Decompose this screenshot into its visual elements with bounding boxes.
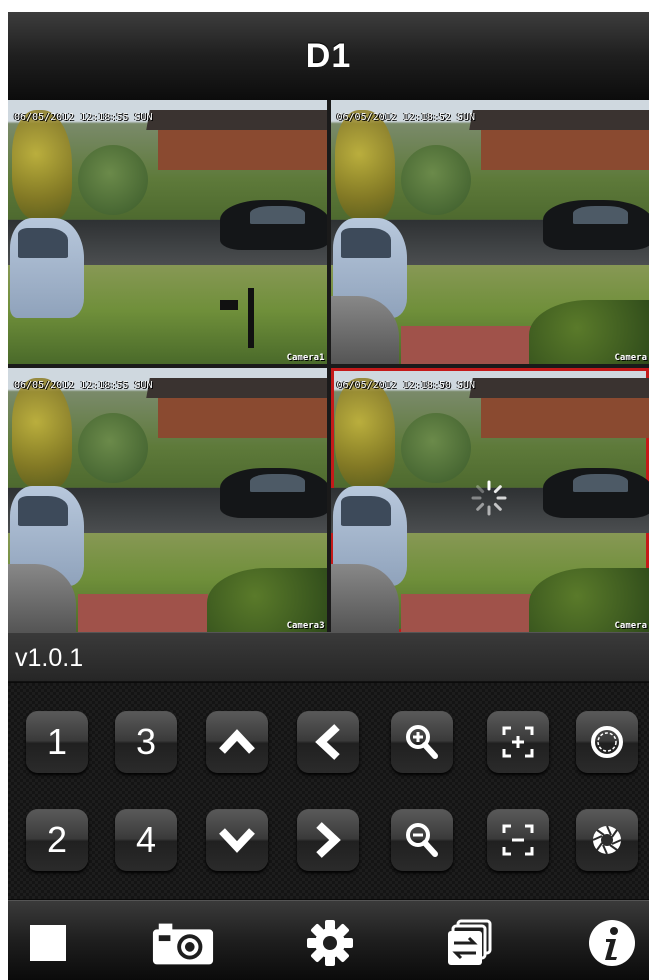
scene-bush [78, 413, 148, 483]
settings-button[interactable] [298, 913, 362, 973]
pan-left-button[interactable] [297, 711, 359, 773]
camera-view-2[interactable]: 06/05/2012 12:18:52 SUN Camera [330, 100, 649, 364]
camera-timestamp: 06/05/2012 12:18:55 SUN [14, 112, 153, 123]
scene-tree [12, 110, 72, 220]
camera-view-4[interactable]: 06/05/2012 12:18:50 SUN Camera [330, 368, 649, 632]
scene-bush [78, 145, 148, 215]
camera-label: Camera [614, 621, 647, 631]
scene-tree [334, 110, 395, 220]
scene-brick-path [78, 594, 208, 632]
camera-snapshot-icon [152, 923, 214, 965]
zoom-in-icon [406, 725, 438, 759]
scene-dark-car [220, 200, 327, 250]
channel-1-label: 1 [46, 721, 68, 762]
scene-brick-path [400, 594, 531, 632]
page-title: D1 [305, 36, 352, 75]
camera-view-3[interactable]: 06/05/2012 12:18:55 SUN Camera3 [8, 368, 327, 632]
focus-far-button[interactable] [487, 809, 549, 871]
scene-house [480, 128, 649, 170]
camera-timestamp: 06/05/2012 12:18:55 SUN [14, 380, 153, 391]
tilt-up-icon [219, 729, 255, 754]
iris-open-button[interactable] [576, 711, 638, 773]
camera-timestamp: 06/05/2012 12:18:50 SUN [336, 380, 475, 391]
channel-4-label: 4 [135, 819, 157, 860]
scene-tree [334, 378, 395, 488]
tilt-down-button[interactable] [206, 809, 268, 871]
channel-2-label: 2 [46, 819, 68, 860]
stop-button[interactable] [16, 913, 80, 973]
snapshot-button[interactable] [151, 913, 215, 973]
tilt-up-button[interactable] [206, 711, 268, 773]
scene-bush [400, 145, 471, 215]
camera-view-1[interactable]: 06/05/2012 12:18:55 SUN Camera1 [8, 100, 327, 364]
channel-3-button[interactable]: 3 [115, 711, 177, 773]
scene-house [158, 396, 327, 438]
scene-post [248, 288, 254, 348]
switch-view-button[interactable] [438, 913, 502, 973]
pan-right-icon [316, 822, 341, 858]
stop-icon [30, 925, 66, 961]
zoom-out-button[interactable] [391, 809, 453, 871]
iris-close-icon [592, 825, 622, 855]
channel-2-button[interactable]: 2 [26, 809, 88, 871]
scene-house [158, 128, 327, 170]
channel-4-button[interactable]: 4 [115, 809, 177, 871]
app-window: D1 06/05/2012 12:18:55 SUN Camera1 06/05… [8, 12, 649, 980]
scene-dark-car [542, 468, 649, 518]
title-bar: D1 [8, 12, 649, 101]
pan-right-button[interactable] [297, 809, 359, 871]
zoom-out-icon [406, 823, 438, 857]
camera-grid: 06/05/2012 12:18:55 SUN Camera1 06/05/20… [8, 100, 649, 632]
camera-label: Camera1 [286, 353, 325, 363]
scene-bush [400, 413, 471, 483]
scene-blue-car [10, 218, 84, 318]
loading-spinner-icon [471, 480, 506, 516]
tilt-down-icon [219, 828, 255, 853]
pan-left-icon [315, 724, 340, 760]
focus-near-button[interactable] [487, 711, 549, 773]
scene-tree [12, 378, 72, 488]
scene-dark-car [220, 468, 327, 518]
info-button[interactable] [580, 913, 644, 973]
camera-label: Camera3 [286, 621, 325, 631]
iris-close-button[interactable] [576, 809, 638, 871]
scene-brick-path [400, 326, 531, 364]
ptz-control-pad: 1 3 2 4 [8, 683, 649, 899]
channel-1-button[interactable]: 1 [26, 711, 88, 773]
info-icon [589, 920, 635, 966]
channel-3-label: 3 [135, 721, 157, 762]
scene-mailbox [220, 300, 238, 310]
version-label: v1.0.1 [8, 632, 649, 682]
zoom-in-button[interactable] [391, 711, 453, 773]
camera-timestamp: 06/05/2012 12:18:52 SUN [336, 112, 475, 123]
iris-open-icon [591, 726, 623, 758]
focus-far-icon [502, 824, 534, 856]
tab-bar [8, 900, 649, 980]
scene-dark-car [542, 200, 649, 250]
camera-label: Camera [614, 353, 647, 363]
scene-house [480, 396, 649, 438]
switch-view-icon [448, 919, 492, 965]
settings-gear-icon [307, 920, 353, 966]
focus-near-icon [502, 726, 534, 758]
